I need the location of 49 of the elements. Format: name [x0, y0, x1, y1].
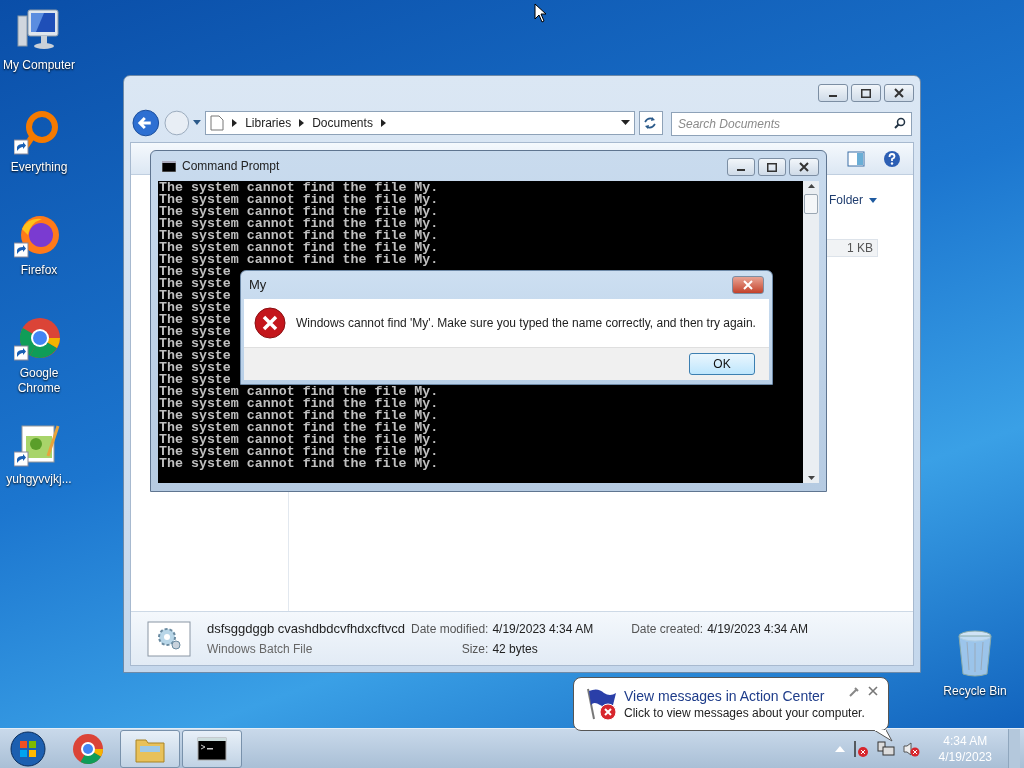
console-line: The syste — [159, 302, 231, 314]
console-line: The syste — [159, 362, 231, 374]
notification-title: View messages in Action Center — [624, 687, 825, 705]
desktop-icon-label[interactable]: Google Chrome — [1, 366, 77, 396]
console-line: The system cannot find the file My. — [159, 446, 439, 458]
console-line: The syste — [159, 314, 231, 326]
file-name: dsfsggdggb cvashdbdcvfhdxcftvcd — [207, 619, 405, 638]
console-line: The system cannot find the file My. — [159, 398, 439, 410]
desktop-icon-label[interactable]: Everything — [1, 160, 77, 175]
field-value: 4/19/2023 4:34 AM — [492, 620, 594, 638]
console-line: The syste — [159, 374, 231, 386]
console-line: The system cannot find the file My. — [159, 242, 439, 254]
desktop-icon-label[interactable]: Recycle Bin — [943, 682, 1007, 700]
ok-button[interactable]: OK — [689, 353, 755, 375]
console-line: The system cannot find the file My. — [159, 458, 439, 470]
console-line: The syste — [159, 266, 231, 278]
arrange-by-dropdown[interactable]: Folder — [829, 191, 877, 209]
console-line: The system cannot find the file My. — [159, 206, 439, 218]
console-line: The syste — [159, 338, 231, 350]
console-line: The system cannot find the file My. — [159, 434, 439, 446]
console-line: The system cannot find the file My. — [159, 386, 439, 398]
console-line: The syste — [159, 290, 231, 302]
field-value: 42 bytes — [492, 641, 539, 659]
console-line: The system cannot find the file My. — [159, 218, 439, 230]
console-line: The system cannot find the file My. — [159, 410, 439, 422]
console-line: The syste — [159, 326, 231, 338]
console-line: The system cannot find the file My. — [159, 422, 439, 434]
field-label: Date created: — [631, 620, 704, 638]
desktop-icon-label[interactable]: Firefox — [1, 263, 77, 278]
console-line: The syste — [159, 278, 231, 290]
field-label: Date modified: — [411, 620, 489, 638]
window-title: Command Prompt — [182, 158, 280, 175]
search-field[interactable]: Search Documents — [671, 112, 912, 136]
notification-text: Click to view messages about your computer. — [624, 705, 865, 721]
console-line: The system cannot find the file My. — [159, 194, 439, 206]
desktop-icon-label[interactable]: My Computer — [1, 58, 77, 73]
breadcrumb-item[interactable]: Documents — [312, 114, 373, 132]
console-line: The system cannot find the file My. — [159, 230, 439, 242]
field-value: 4/19/2023 4:34 AM — [707, 620, 808, 638]
breadcrumb-item[interactable]: Libraries — [245, 114, 292, 132]
file-type: Windows Batch File — [207, 641, 314, 659]
field-label: Size: — [460, 641, 489, 659]
size-cell: 1 KB — [826, 239, 878, 257]
dialog-title: My — [249, 276, 267, 295]
error-message: Windows cannot find 'My'. Make sure you typed the name correctly, and then try again. — [296, 315, 756, 332]
console-line: The syste — [159, 350, 231, 362]
console-line: The system cannot find the file My. — [159, 182, 439, 194]
console-line: The system cannot find the file My. — [159, 254, 439, 266]
desktop-icon-label[interactable]: yuhgyvvjkj... — [1, 472, 77, 487]
